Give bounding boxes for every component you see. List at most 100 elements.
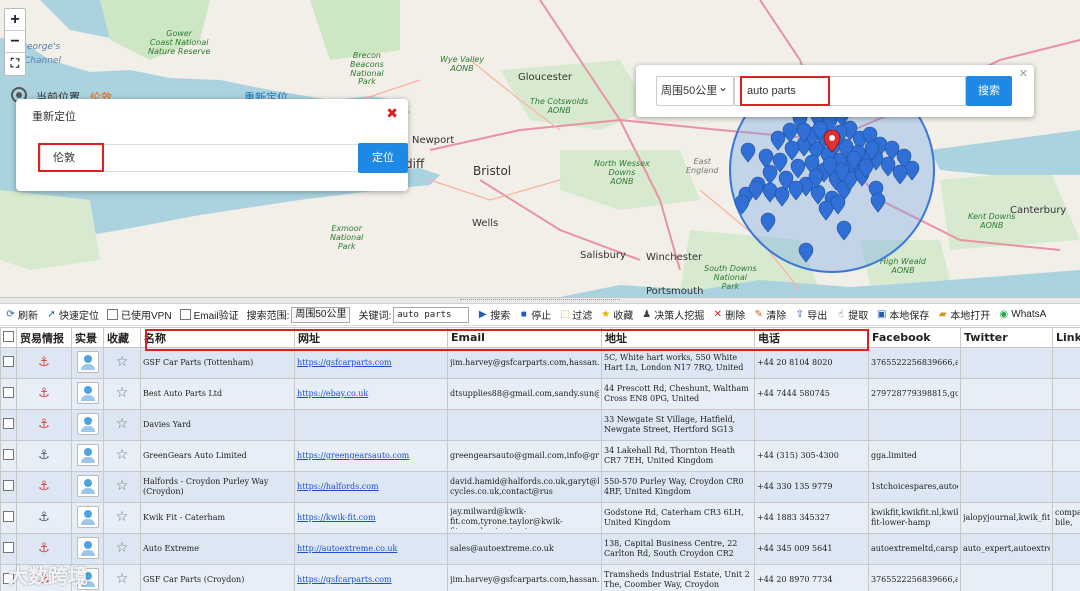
checkbox[interactable] [3,387,14,398]
row-checkbox-cell[interactable] [0,471,17,503]
range-select[interactable]: 周围50公里 [291,306,351,323]
search-button[interactable]: 搜索 [966,76,1012,106]
street-view-icon[interactable] [76,474,99,497]
street-view-icon[interactable] [76,443,99,466]
stop-button[interactable]: ■ 停止 [518,307,552,322]
cell-url[interactable]: https://greengearsauto.com [294,440,448,472]
trade-intel-cell[interactable]: ⚓ [16,347,72,379]
delete-button[interactable]: ✕ 删除 [712,307,746,322]
favorite-cell[interactable]: ☆ [103,440,141,472]
row-checkbox-cell[interactable] [0,347,17,379]
close-icon[interactable]: ✖ [386,105,398,122]
table-row[interactable]: ⚓ ☆ Halfords - Croydon Purley Way (Croydon… [0,471,1080,503]
cell-url[interactable]: https://gsfcarparts.com [294,347,448,379]
trade-intel-cell[interactable]: ⚓ [16,471,72,503]
table-row[interactable]: ⚓ ☆ GSF Car Parts (Croydon) https://gsfcarp… [0,564,1080,591]
table-row[interactable]: ⚓ ☆ Davies Yard 33 Newgate St Village, Hatf… [0,409,1080,441]
checkbox[interactable] [3,356,14,367]
checkbox[interactable] [107,309,118,320]
filter-button[interactable]: ⬚ 过滤 [559,307,592,322]
select-all-header[interactable] [0,327,17,348]
business-pin-icon[interactable] [770,130,786,151]
col-scene[interactable]: 实景 [71,327,104,348]
business-pin-icon[interactable] [836,220,852,241]
anchor-icon[interactable]: ⚓ [38,448,50,463]
business-pin-icon[interactable] [790,158,806,179]
anchor-icon[interactable]: ⚓ [38,510,50,525]
business-pin-icon[interactable] [810,184,826,205]
locate-button[interactable]: 定位 [358,143,408,173]
cell-url-text[interactable]: http://autoextreme.co.uk [297,544,445,554]
trade-intel-cell[interactable]: ⚓ [16,502,72,534]
checkbox[interactable] [3,418,14,429]
trade-intel-cell[interactable]: ⚓ [16,440,72,472]
anchor-icon[interactable]: ⚓ [38,541,50,556]
close-icon[interactable]: ✕ [1019,67,1028,80]
cell-url-text[interactable]: https://ebay.co.uk [297,389,445,399]
table-row[interactable]: ⚓ ☆ Auto Extreme http://autoextreme.co.uk sa… [0,533,1080,565]
export-button[interactable]: ⇪ 导出 [794,307,828,322]
cell-url-text[interactable]: https://gsfcarparts.com [297,358,445,368]
checkbox[interactable] [3,449,14,460]
checkbox[interactable] [3,480,14,491]
checkbox[interactable] [3,330,14,342]
star-icon[interactable]: ☆ [116,540,129,556]
scene-cell[interactable] [71,347,104,379]
table-row[interactable]: ⚓ ☆ Best Auto Parts Ltd https://ebay.co.uk d… [0,378,1080,410]
clear-button[interactable]: ✎ 清除 [753,307,787,322]
business-pin-icon[interactable] [870,192,886,213]
cell-url-text[interactable]: https://greengearsauto.com [297,451,445,461]
street-view-icon[interactable] [76,350,99,373]
favorite-cell[interactable]: ☆ [103,502,141,534]
business-pin-icon[interactable] [784,140,800,161]
row-checkbox-cell[interactable] [0,409,17,441]
star-icon[interactable]: ☆ [116,509,129,525]
star-icon[interactable]: ☆ [116,385,129,401]
email-verify-checkbox[interactable]: Email验证 [179,307,239,322]
business-pin-icon[interactable] [734,194,750,215]
whatsapp-button[interactable]: ◉ WhatsA [998,309,1046,320]
checkbox[interactable] [3,511,14,522]
refresh-button[interactable]: ⟳ 刷新 [5,307,38,322]
favorite-cell[interactable]: ☆ [103,564,141,591]
business-pin-icon[interactable] [818,200,834,221]
zoom-in-button[interactable]: + [5,9,25,31]
cell-url-text[interactable]: https://gsfcarparts.com [297,575,445,585]
favorite-cell[interactable]: ☆ [103,533,141,565]
business-pin-icon[interactable] [830,194,846,215]
checkbox[interactable] [3,542,14,553]
cell-url[interactable]: https://kwik-fit.com [294,502,448,534]
col-trade[interactable]: 贸易情报 [16,327,72,348]
trade-intel-cell[interactable]: ⚓ [16,409,72,441]
favorite-cell[interactable]: ☆ [103,409,141,441]
star-icon[interactable]: ☆ [116,447,129,463]
fullscreen-button[interactable]: ⛶ [5,53,25,75]
cell-url-text[interactable]: https://kwik-fit.com [297,513,445,523]
row-checkbox-cell[interactable] [0,502,17,534]
business-pin-icon[interactable] [740,142,756,163]
col-favorite[interactable]: 收藏 [103,327,141,348]
table-row[interactable]: ⚓ ☆ Kwik Fit - Caterham https://kwik-fit.co… [0,502,1080,534]
col-linkedin[interactable]: Linke [1052,327,1080,348]
business-pin-icon[interactable] [798,242,814,263]
cell-url[interactable]: http://autoextreme.co.uk [294,533,448,565]
zoom-out-button[interactable]: − [5,31,25,53]
scene-cell[interactable] [71,378,104,410]
checkbox[interactable] [179,309,191,320]
favorite-cell[interactable]: ☆ [103,378,141,410]
star-icon[interactable]: ☆ [116,354,129,370]
anchor-icon[interactable]: ⚓ [38,355,50,370]
street-view-icon[interactable] [76,536,99,559]
col-twitter[interactable]: Twitter [960,327,1053,348]
cell-url[interactable]: https://ebay.co.uk [294,378,448,410]
col-facebook[interactable]: Facebook [868,327,961,348]
cell-url[interactable] [294,409,448,441]
open-local-button[interactable]: ▰ 本地打开 [937,307,990,322]
scene-cell[interactable] [71,409,104,441]
vpn-checkbox[interactable]: 已使用VPN [107,307,172,322]
table-row[interactable]: ⚓ ☆ GSF Car Parts (Tottenham) https://gsfca… [0,347,1080,379]
save-local-button[interactable]: ▣ 本地保存 [876,307,929,322]
cell-url[interactable]: https://halfords.com [294,471,448,503]
range-select[interactable]: 周围50公里 [656,73,734,106]
scene-cell[interactable] [71,471,104,503]
